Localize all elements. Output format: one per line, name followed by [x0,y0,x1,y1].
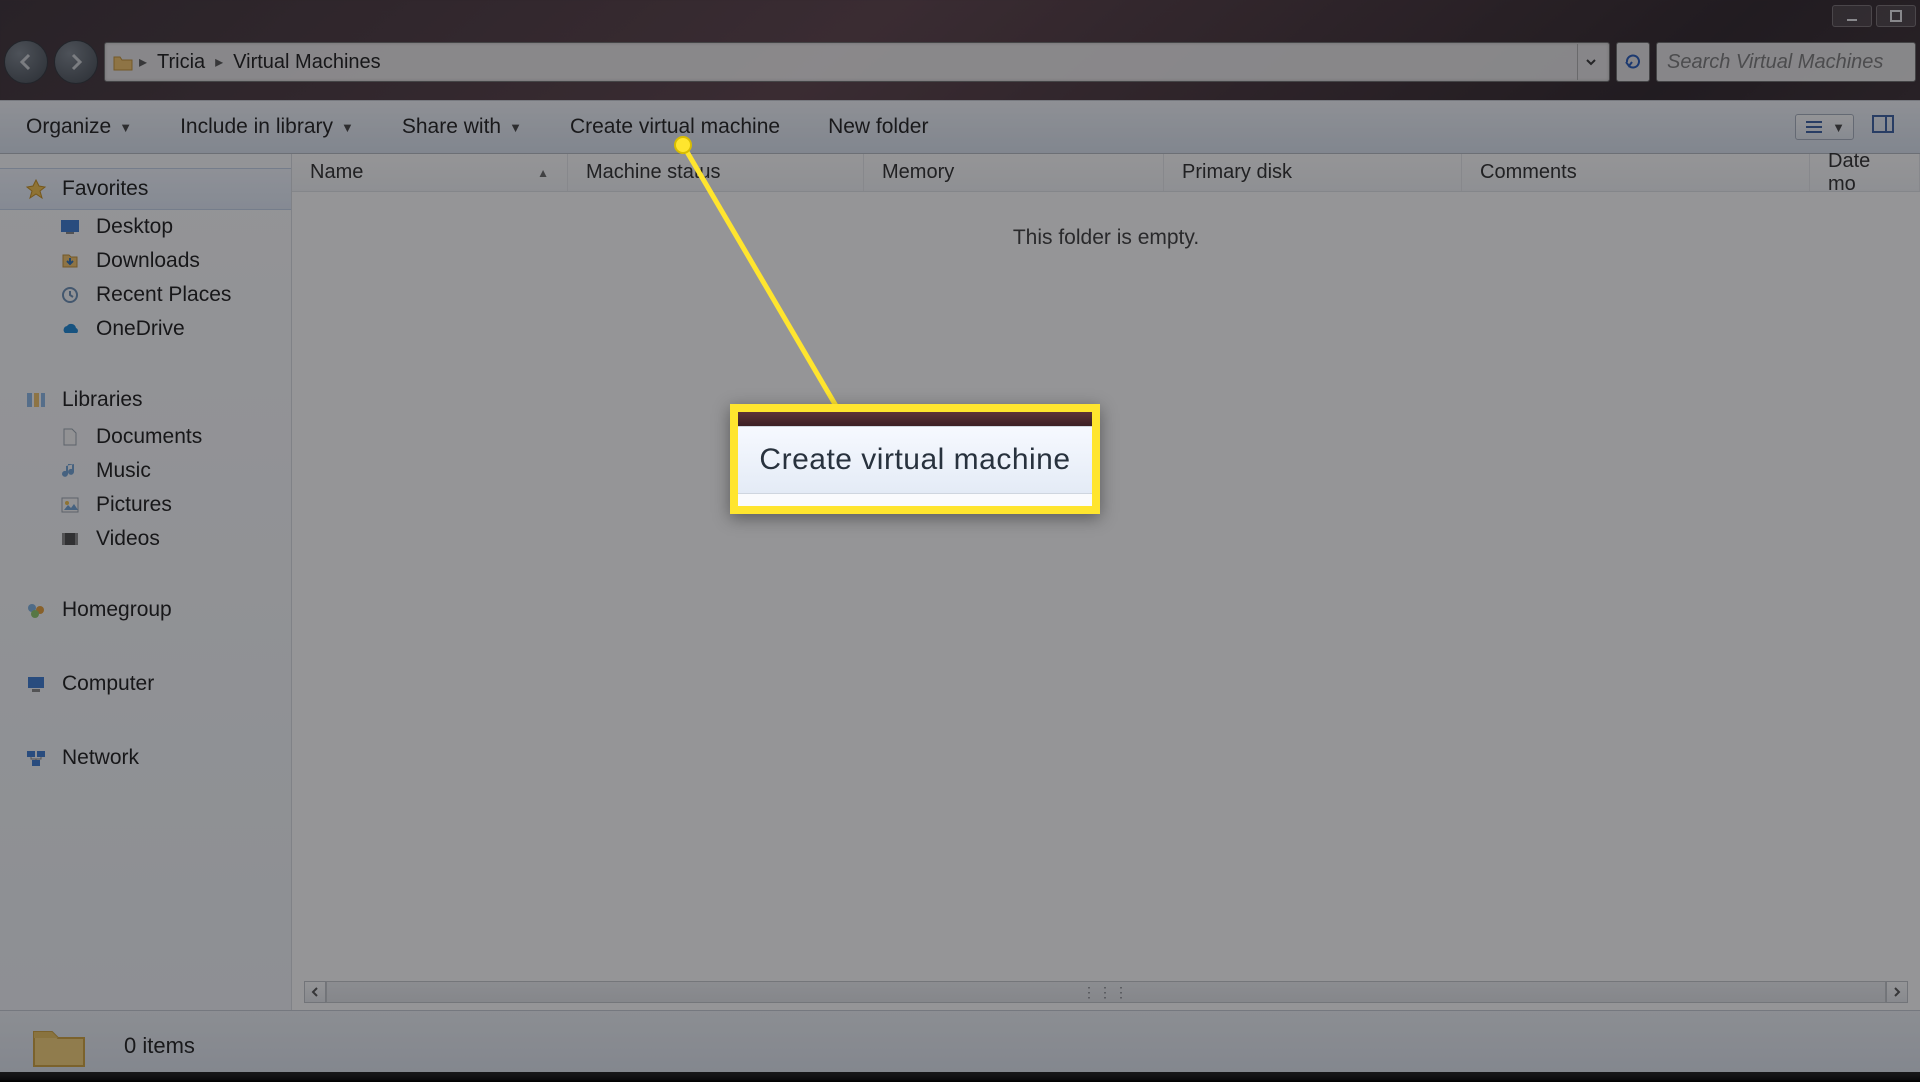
homegroup-icon [24,598,48,622]
callout-anchor-dot [674,136,692,154]
downloads-icon [58,249,82,273]
sidebar-documents[interactable]: Documents [0,420,291,454]
taskbar-sliver [0,1072,1920,1082]
include-in-library-menu[interactable]: Include in library▼ [180,115,354,139]
sort-ascending-icon: ▲ [537,166,549,180]
column-primary-disk[interactable]: Primary disk [1164,154,1462,191]
chevron-down-icon: ▼ [341,120,354,135]
sidebar-music[interactable]: Music [0,454,291,488]
libraries-icon [24,388,48,412]
callout-label: Create virtual machine [738,426,1092,494]
change-view-button[interactable]: ▼ [1795,114,1854,140]
sidebar-homegroup[interactable]: Homegroup [0,590,291,630]
preview-pane-button[interactable] [1872,115,1894,139]
sidebar-pictures[interactable]: Pictures [0,488,291,522]
chevron-down-icon: ▼ [509,120,522,135]
sidebar-recent-places[interactable]: Recent Places [0,278,291,312]
chevron-down-icon: ▼ [1832,120,1845,135]
explorer-toolbar: Organize▼ Include in library▼ Share with… [0,100,1920,154]
search-input[interactable]: Search Virtual Machines [1656,42,1916,82]
item-count: 0 items [124,1033,195,1059]
onedrive-icon [58,317,82,341]
file-list-pane: Name ▲ Machine status Memory Primary dis… [292,154,1920,1010]
music-icon [58,459,82,483]
breadcrumb-bar[interactable]: ▸ Tricia ▸ Virtual Machines [104,42,1610,82]
breadcrumb-user[interactable]: Tricia [151,51,211,74]
empty-folder-message: This folder is empty. [292,192,1920,250]
column-comments[interactable]: Comments [1462,154,1810,191]
sidebar-videos[interactable]: Videos [0,522,291,556]
sidebar-desktop[interactable]: Desktop [0,210,291,244]
chevron-down-icon: ▼ [119,120,132,135]
create-virtual-machine-button[interactable]: Create virtual machine [570,115,780,139]
scroll-right-button[interactable] [1886,981,1908,1003]
column-headers: Name ▲ Machine status Memory Primary dis… [292,154,1920,192]
computer-icon [24,672,48,696]
videos-icon [58,527,82,551]
scroll-left-button[interactable] [304,981,326,1003]
sidebar-downloads[interactable]: Downloads [0,244,291,278]
documents-icon [58,425,82,449]
organize-menu[interactable]: Organize▼ [26,115,132,139]
breadcrumb-folder[interactable]: Virtual Machines [227,51,386,74]
refresh-button[interactable] [1616,42,1650,82]
sidebar-network[interactable]: Network [0,738,291,778]
scrollbar-track[interactable]: ⋮⋮⋮ [326,981,1886,1003]
folder-large-icon [28,1020,90,1072]
column-name[interactable]: Name ▲ [292,154,568,191]
search-placeholder: Search Virtual Machines [1667,51,1883,74]
breadcrumb-history-dropdown[interactable] [1577,44,1603,80]
star-icon [24,177,48,201]
minimize-button[interactable] [1832,5,1872,27]
status-bar: 0 items [0,1010,1920,1080]
sidebar-favorites-header[interactable]: Favorites [0,168,291,210]
window-titlebar [0,0,1920,32]
nav-back-button[interactable] [4,40,48,84]
chevron-right-icon: ▸ [211,52,227,72]
nav-forward-button[interactable] [54,40,98,84]
column-memory[interactable]: Memory [864,154,1164,191]
callout-highlight-box: Create virtual machine [730,404,1100,514]
sidebar-onedrive[interactable]: OneDrive [0,312,291,346]
maximize-button[interactable] [1876,5,1916,27]
recent-icon [58,283,82,307]
sidebar-libraries-header[interactable]: Libraries [0,380,291,420]
folder-icon [111,50,135,74]
new-folder-button[interactable]: New folder [828,115,928,139]
network-icon [24,746,48,770]
details-view-icon [1804,119,1824,135]
column-machine-status[interactable]: Machine status [568,154,864,191]
pictures-icon [58,493,82,517]
address-bar-row: ▸ Tricia ▸ Virtual Machines Search Virtu… [4,38,1916,86]
chevron-right-icon: ▸ [135,52,151,72]
explorer-main: Favorites Desktop Downloads Recent Place… [0,154,1920,1010]
column-date-modified[interactable]: Date mo [1810,154,1920,191]
desktop-icon [58,215,82,239]
share-with-menu[interactable]: Share with▼ [402,115,522,139]
sidebar-computer[interactable]: Computer [0,664,291,704]
horizontal-scrollbar[interactable]: ⋮⋮⋮ [304,980,1908,1004]
navigation-pane: Favorites Desktop Downloads Recent Place… [0,154,292,1010]
